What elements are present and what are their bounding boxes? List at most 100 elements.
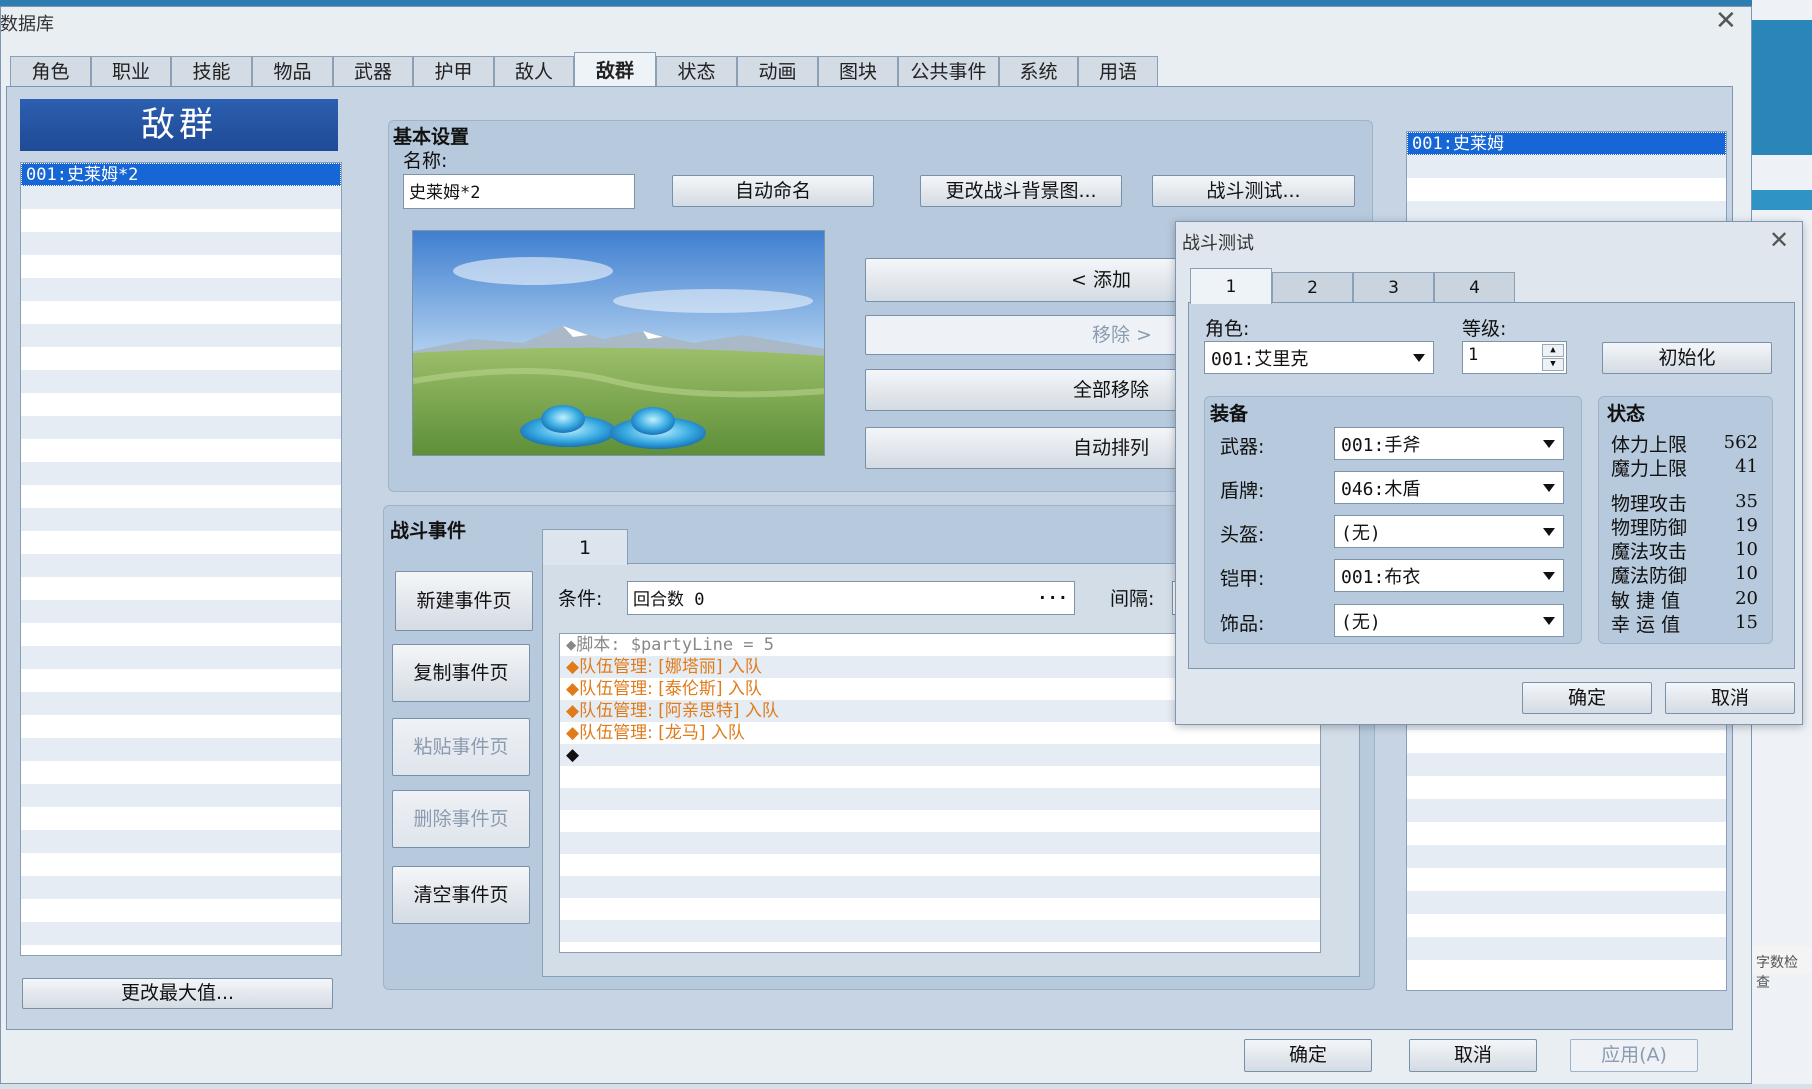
new-event-page-button[interactable]: 新建事件页: [395, 571, 533, 631]
list-item[interactable]: [21, 278, 341, 301]
list-item[interactable]: [21, 370, 341, 393]
ok-button[interactable]: 确定: [1244, 1039, 1372, 1072]
paste-event-page-button[interactable]: 粘贴事件页: [392, 718, 530, 776]
event-command-row[interactable]: [560, 854, 1320, 876]
dialog-tab-4[interactable]: 4: [1434, 272, 1515, 302]
list-item[interactable]: [21, 646, 341, 669]
dialog-tab-2[interactable]: 2: [1272, 272, 1353, 302]
cancel-button[interactable]: 取消: [1409, 1039, 1537, 1072]
tab-10[interactable]: 图块: [818, 56, 898, 87]
list-item[interactable]: [21, 669, 341, 692]
list-item[interactable]: [21, 853, 341, 876]
change-battleback-button[interactable]: 更改战斗背景图...: [920, 175, 1122, 207]
stepper-up-icon[interactable]: ▲: [1542, 344, 1564, 357]
actor-select[interactable]: 001:艾里克: [1204, 341, 1434, 374]
initialize-button[interactable]: 初始化: [1602, 342, 1772, 374]
list-item[interactable]: [1407, 730, 1726, 753]
list-item[interactable]: [1407, 822, 1726, 845]
tab-1[interactable]: 职业: [91, 56, 171, 87]
list-item[interactable]: [21, 186, 341, 209]
list-item[interactable]: [21, 324, 341, 347]
tab-13[interactable]: 用语: [1078, 56, 1158, 87]
remove-enemy-button[interactable]: 移除 >: [865, 315, 1185, 355]
list-item[interactable]: [21, 623, 341, 646]
list-item[interactable]: [21, 692, 341, 715]
battle-test-button[interactable]: 战斗测试...: [1152, 175, 1355, 207]
tab-8[interactable]: 状态: [656, 56, 737, 87]
list-item[interactable]: [1407, 776, 1726, 799]
list-item[interactable]: [21, 485, 341, 508]
event-command-row[interactable]: [560, 898, 1320, 920]
list-item[interactable]: [1407, 960, 1726, 983]
tab-9[interactable]: 动画: [737, 56, 818, 87]
list-item[interactable]: [21, 577, 341, 600]
equip-select[interactable]: (无): [1334, 515, 1564, 548]
dialog-tab-3[interactable]: 3: [1353, 272, 1434, 302]
troop-list[interactable]: 001:史莱姆*2: [20, 162, 342, 956]
remove-all-button[interactable]: 全部移除: [865, 369, 1185, 411]
list-item[interactable]: [1407, 178, 1726, 201]
event-command-row[interactable]: ◆: [560, 744, 1320, 766]
tab-11[interactable]: 公共事件: [898, 56, 999, 87]
condition-more-button[interactable]: ...: [1037, 584, 1068, 604]
apply-button[interactable]: 应用(A): [1570, 1039, 1698, 1072]
list-item[interactable]: [21, 876, 341, 899]
list-item[interactable]: [21, 393, 341, 416]
close-icon[interactable]: ✕: [1769, 226, 1789, 254]
equip-select[interactable]: 046:木盾: [1334, 471, 1564, 504]
list-item[interactable]: [1407, 799, 1726, 822]
list-item[interactable]: [21, 899, 341, 922]
list-item[interactable]: [21, 922, 341, 945]
list-item[interactable]: [21, 232, 341, 255]
event-page-tab[interactable]: 1: [542, 529, 628, 565]
auto-arrange-button[interactable]: 自动排列: [865, 427, 1185, 469]
tab-0[interactable]: 角色: [10, 56, 91, 87]
list-item[interactable]: [21, 209, 341, 232]
list-item[interactable]: [21, 784, 341, 807]
list-item[interactable]: [21, 439, 341, 462]
condition-field[interactable]: 回合数 0 ...: [627, 581, 1075, 615]
event-command-row[interactable]: [560, 810, 1320, 832]
copy-event-page-button[interactable]: 复制事件页: [392, 644, 530, 702]
tab-12[interactable]: 系统: [999, 56, 1078, 87]
list-item[interactable]: [21, 738, 341, 761]
list-item[interactable]: [1407, 845, 1726, 868]
level-stepper[interactable]: 1 ▲ ▼: [1462, 341, 1567, 374]
event-command-row[interactable]: [560, 876, 1320, 898]
tab-3[interactable]: 物品: [252, 56, 333, 87]
dialog-ok-button[interactable]: 确定: [1522, 682, 1652, 714]
list-item[interactable]: [1407, 914, 1726, 937]
event-command-row[interactable]: [560, 832, 1320, 854]
tab-6[interactable]: 敌人: [494, 56, 574, 87]
battleback-preview[interactable]: [412, 230, 825, 456]
stepper-down-icon[interactable]: ▼: [1542, 358, 1564, 371]
list-item[interactable]: [21, 715, 341, 738]
close-icon[interactable]: ✕: [1715, 6, 1737, 36]
list-item[interactable]: [21, 600, 341, 623]
list-item[interactable]: [21, 462, 341, 485]
delete-event-page-button[interactable]: 删除事件页: [392, 790, 530, 848]
list-item[interactable]: [21, 761, 341, 784]
add-enemy-button[interactable]: < 添加: [865, 258, 1185, 302]
change-max-button[interactable]: 更改最大值...: [22, 978, 333, 1009]
dialog-tab-1[interactable]: 1: [1190, 268, 1272, 304]
list-item[interactable]: 001:史莱姆: [1407, 132, 1726, 155]
dialog-cancel-button[interactable]: 取消: [1665, 682, 1795, 714]
list-item[interactable]: [1407, 868, 1726, 891]
list-item[interactable]: [1407, 891, 1726, 914]
equip-select[interactable]: (无): [1334, 604, 1564, 637]
list-item[interactable]: [21, 531, 341, 554]
list-item[interactable]: [1407, 155, 1726, 178]
list-item[interactable]: [21, 830, 341, 853]
event-command-row[interactable]: [560, 920, 1320, 942]
equip-select[interactable]: 001:布衣: [1334, 559, 1564, 592]
tab-4[interactable]: 武器: [333, 56, 413, 87]
clear-event-page-button[interactable]: 清空事件页: [392, 866, 530, 924]
list-item[interactable]: [21, 301, 341, 324]
event-command-row[interactable]: ◆队伍管理: [龙马] 入队: [560, 722, 1320, 744]
name-field[interactable]: 史莱姆*2: [403, 174, 635, 209]
list-item[interactable]: [21, 807, 341, 830]
list-item[interactable]: [21, 554, 341, 577]
list-item[interactable]: [21, 255, 341, 278]
tab-2[interactable]: 技能: [171, 56, 252, 87]
